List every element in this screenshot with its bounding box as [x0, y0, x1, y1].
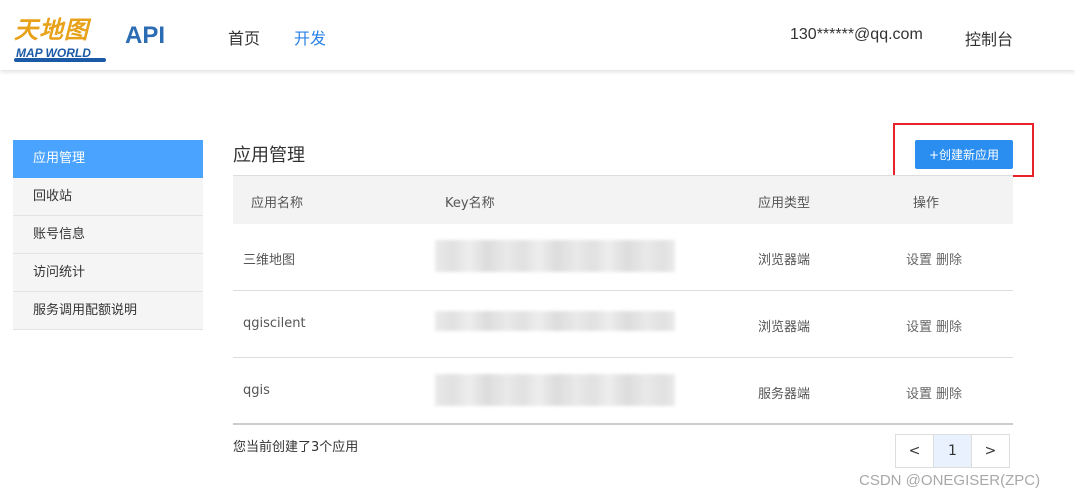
app-type-cell: 浏览器端: [758, 253, 811, 268]
app-name-cell: qgis: [243, 383, 270, 398]
console-link[interactable]: 控制台: [965, 26, 1013, 50]
nav-develop[interactable]: 开发: [294, 25, 326, 49]
header-key-name: Key名称: [445, 196, 495, 211]
row-operations: 设置 删除: [906, 316, 966, 335]
prev-page-button[interactable]: <: [895, 434, 934, 468]
main-nav: 首页 开发: [228, 25, 326, 49]
settings-link[interactable]: 设置: [906, 387, 932, 402]
sidebar: 应用管理 回收站 账号信息 访问统计 服务调用配额说明: [13, 140, 203, 330]
csdn-watermark: CSDN @ONEGISER(ZPC): [859, 472, 1041, 489]
top-header: 天地图 MAP WORLD API 首页 开发 130******@qq.com…: [0, 0, 1075, 70]
blurred-key-cell: [435, 240, 675, 272]
header-operations: 操作: [913, 196, 940, 211]
app-name-cell: qgiscilent: [243, 316, 306, 331]
header-app-type: 应用类型: [758, 196, 811, 211]
sidebar-item-recycle-bin[interactable]: 回收站: [13, 178, 203, 216]
row-operations: 设置 删除: [906, 249, 966, 268]
table-row: qgiscilent 浏览器端 设置 删除: [233, 291, 1013, 358]
delete-link[interactable]: 删除: [936, 320, 962, 335]
app-type-cell: 浏览器端: [758, 320, 811, 335]
logo-swoosh: [14, 58, 106, 62]
current-page-button[interactable]: 1: [933, 434, 972, 468]
app-type-cell: 服务器端: [758, 387, 811, 402]
next-page-button[interactable]: >: [971, 434, 1010, 468]
blurred-key-cell: [435, 311, 675, 331]
sidebar-item-quota-info[interactable]: 服务调用配额说明: [13, 292, 203, 330]
row-operations: 设置 删除: [906, 383, 966, 402]
sidebar-item-app-management[interactable]: 应用管理: [13, 140, 203, 178]
app-name-cell: 三维地图: [243, 253, 296, 268]
settings-link[interactable]: 设置: [906, 320, 932, 335]
user-email-link[interactable]: 130******@qq.com: [790, 26, 923, 44]
logo-chinese-text: 天地图: [14, 15, 89, 44]
api-title: API: [125, 22, 166, 49]
sidebar-item-access-stats[interactable]: 访问统计: [13, 254, 203, 292]
header-app-name: 应用名称: [251, 196, 304, 211]
table-row: qgis 服务器端 设置 删除: [233, 358, 1013, 425]
page-title: 应用管理: [233, 145, 305, 166]
app-table: 应用名称 Key名称 应用类型 操作 三维地图 浏览器端 设置 删除 qgisci…: [233, 175, 1013, 425]
create-app-button[interactable]: +创建新应用: [915, 140, 1013, 169]
app-count-summary: 您当前创建了3个应用: [233, 440, 359, 455]
tianditu-logo[interactable]: 天地图 MAP WORLD: [14, 10, 110, 64]
delete-link[interactable]: 删除: [936, 253, 962, 268]
nav-home[interactable]: 首页: [228, 25, 260, 49]
sidebar-item-account-info[interactable]: 账号信息: [13, 216, 203, 254]
pagination: < 1 >: [895, 434, 1010, 468]
table-header: 应用名称 Key名称 应用类型 操作: [233, 176, 1013, 224]
blurred-key-cell: [435, 374, 675, 406]
settings-link[interactable]: 设置: [906, 253, 932, 268]
table-row: 三维地图 浏览器端 设置 删除: [233, 224, 1013, 291]
delete-link[interactable]: 删除: [936, 387, 962, 402]
